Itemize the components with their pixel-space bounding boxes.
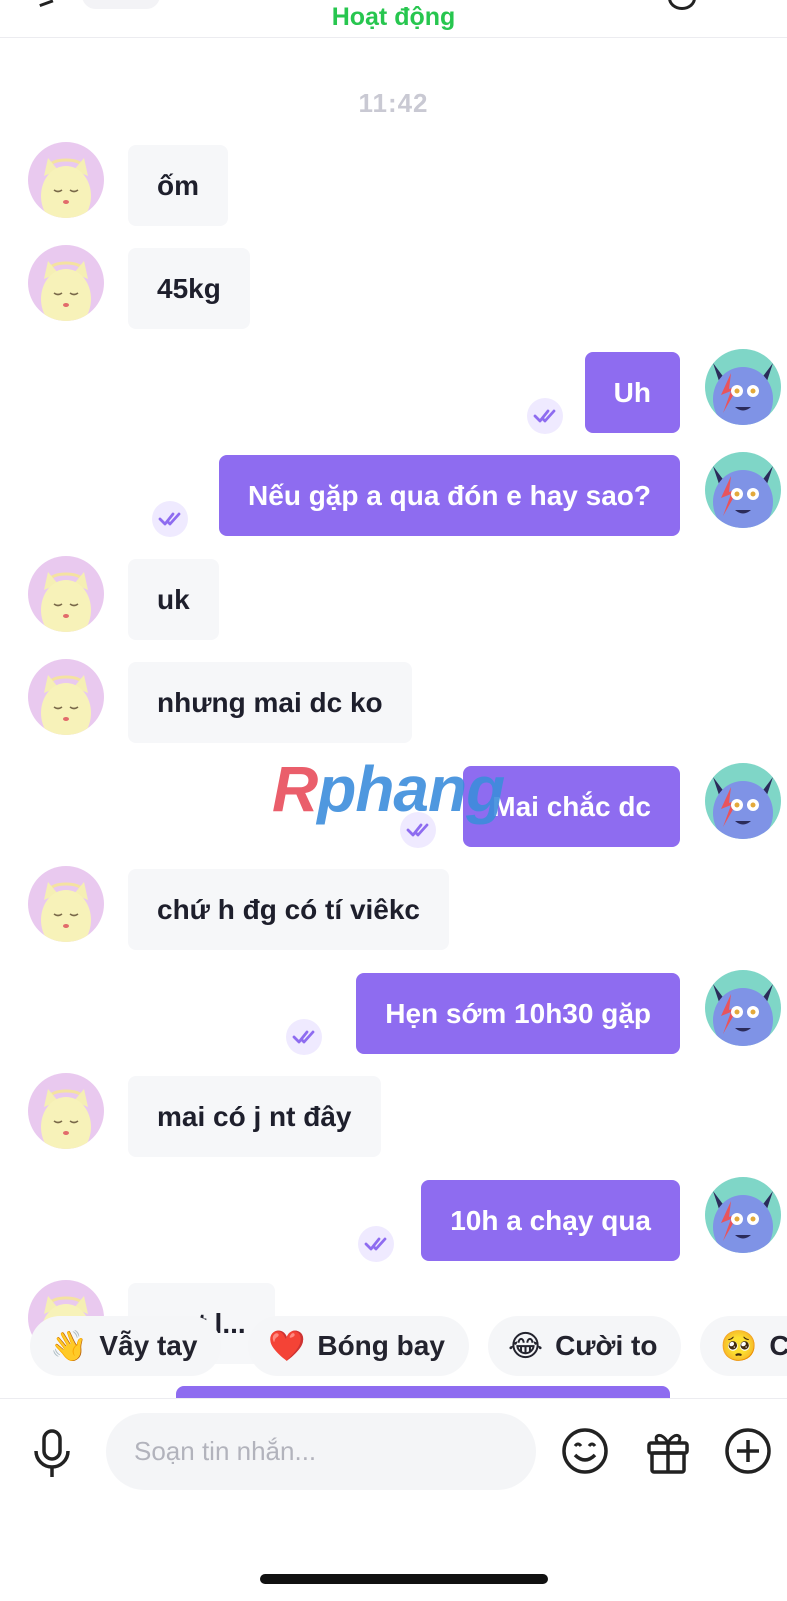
plus-circle-icon[interactable] bbox=[724, 1427, 772, 1480]
reaction-chip-laugh[interactable]: 😂 Cười to bbox=[488, 1316, 682, 1376]
message-bubble[interactable]: nhưng mai dc ko bbox=[128, 662, 412, 743]
double-check-icon bbox=[286, 1019, 322, 1055]
my-avatar[interactable] bbox=[705, 452, 781, 528]
reaction-bar: 👋 Vẫy tay ❤️ Bóng bay 😂 Cười to 🥺 C bbox=[0, 1316, 787, 1378]
my-avatar[interactable] bbox=[705, 763, 781, 839]
reaction-chip-pleading[interactable]: 🥺 C bbox=[700, 1316, 787, 1376]
pleading-face-icon: 🥺 bbox=[720, 1329, 758, 1363]
chat-header: Hoạt động bbox=[0, 0, 787, 38]
incoming-message: 45kg bbox=[0, 245, 787, 329]
outgoing-message: Nếu gặp a qua đón e hay sao? bbox=[0, 452, 787, 536]
message-bubble[interactable]: 10h a chạy qua bbox=[421, 1180, 680, 1261]
reaction-label: Vẫy tay bbox=[99, 1330, 198, 1361]
gift-icon[interactable] bbox=[644, 1427, 692, 1480]
laughing-face-icon: 😂 bbox=[508, 1329, 544, 1363]
message-bubble[interactable]: Uh bbox=[584, 352, 680, 433]
double-check-icon bbox=[152, 501, 188, 537]
double-check-icon bbox=[527, 398, 563, 434]
incoming-message: uk bbox=[0, 556, 787, 640]
message-input[interactable] bbox=[106, 1413, 536, 1490]
timestamp: 11:42 bbox=[358, 88, 429, 118]
waving-hand-icon: 👋 bbox=[50, 1329, 88, 1363]
double-check-icon bbox=[358, 1226, 394, 1262]
outgoing-message: 10h a chạy qua bbox=[0, 1177, 787, 1261]
contact-avatar[interactable] bbox=[28, 556, 104, 632]
message-bubble[interactable]: uk bbox=[128, 559, 219, 640]
message-bubble[interactable]: 45kg bbox=[128, 248, 250, 329]
outgoing-message: Hẹn sớm 10h30 gặp bbox=[0, 970, 787, 1054]
contact-avatar[interactable] bbox=[28, 1073, 104, 1149]
heart-icon: ❤️ bbox=[268, 1329, 306, 1363]
microphone-icon[interactable] bbox=[30, 1429, 74, 1484]
my-avatar[interactable] bbox=[705, 349, 781, 425]
contact-avatar[interactable] bbox=[28, 142, 104, 218]
outgoing-message: Uh bbox=[0, 349, 787, 433]
message-bubble[interactable]: mai có j nt đây bbox=[128, 1076, 381, 1157]
my-avatar[interactable] bbox=[705, 970, 781, 1046]
contact-avatar[interactable] bbox=[28, 659, 104, 735]
incoming-message: mai có j nt đây bbox=[0, 1073, 787, 1157]
message-bubble[interactable]: ốm bbox=[128, 145, 228, 226]
smiley-icon[interactable] bbox=[561, 1427, 609, 1480]
incoming-message: nhưng mai dc ko bbox=[0, 659, 787, 743]
composer-bar bbox=[0, 1398, 787, 1601]
reaction-label: Bóng bay bbox=[317, 1330, 445, 1361]
message-bubble[interactable]: chứ h đg có tí viêkc bbox=[128, 869, 450, 950]
contact-avatar[interactable] bbox=[28, 245, 104, 321]
outgoing-message-peek bbox=[176, 1386, 670, 1398]
online-status: Hoạt động bbox=[331, 3, 456, 31]
reaction-label: C bbox=[769, 1330, 787, 1361]
home-indicator bbox=[260, 1574, 548, 1584]
reaction-label: Cười to bbox=[555, 1330, 658, 1361]
reaction-chip-wave[interactable]: 👋 Vẫy tay bbox=[30, 1316, 222, 1376]
watermark-logo: Rphang bbox=[272, 753, 505, 825]
my-avatar[interactable] bbox=[705, 1177, 781, 1253]
message-bubble[interactable]: Nếu gặp a qua đón e hay sao? bbox=[219, 455, 680, 536]
incoming-message: ốm bbox=[0, 142, 787, 226]
reaction-chip-balloon[interactable]: ❤️ Bóng bay bbox=[248, 1316, 469, 1376]
incoming-message: chứ h đg có tí viêkc bbox=[0, 866, 787, 950]
message-bubble[interactable]: Hẹn sớm 10h30 gặp bbox=[356, 973, 680, 1054]
contact-avatar[interactable] bbox=[28, 866, 104, 942]
